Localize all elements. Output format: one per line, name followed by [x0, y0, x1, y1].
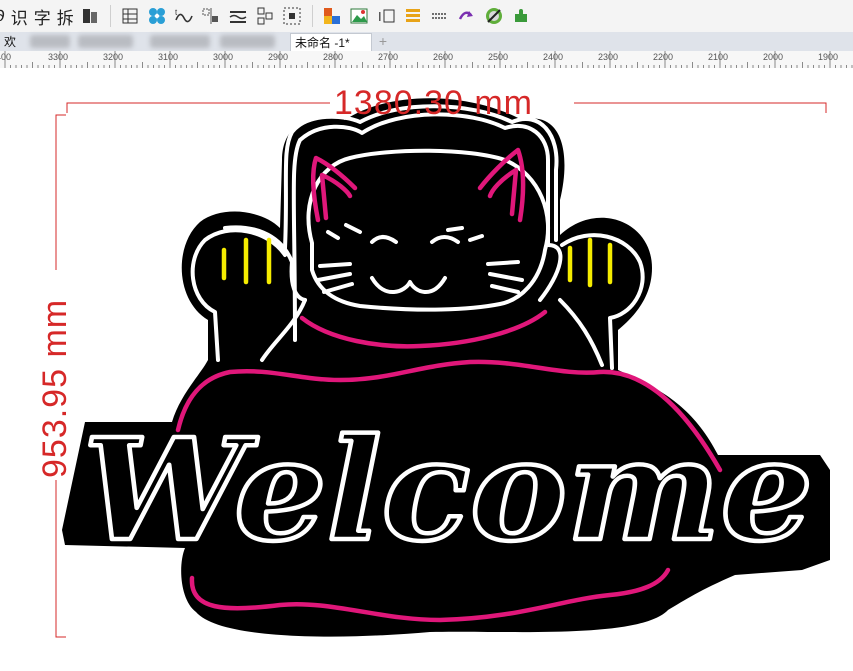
lines-icon[interactable] [227, 5, 249, 27]
tab-document-label: 未命名 -1* [295, 36, 350, 50]
svg-text:I: I [378, 9, 382, 24]
ruler-label: 3300 [48, 52, 69, 62]
text-frame-icon[interactable]: I [375, 5, 397, 27]
toolbar-text-shi[interactable]: 识 [11, 4, 28, 29]
curve-icon[interactable]: t [173, 5, 195, 27]
ruler-label: 2900 [268, 52, 289, 62]
arrow-icon[interactable] [456, 5, 478, 27]
document-tab-bar: 欢 未命名 -1* + [0, 32, 853, 52]
node-icon[interactable] [146, 5, 168, 27]
scan-icon[interactable] [281, 5, 303, 27]
ruler-label: 2200 [653, 52, 674, 62]
ruler-label: 2800 [323, 52, 344, 62]
blurred-tab-title [150, 35, 210, 48]
ruler-label: 3000 [213, 52, 234, 62]
ruler-label: 400 [0, 52, 12, 62]
color-icon[interactable] [321, 5, 343, 27]
ruler-label: 2600 [433, 52, 454, 62]
blurred-tab-title [78, 35, 133, 48]
ruler-label: 2000 [763, 52, 784, 62]
ruler-label: 3100 [158, 52, 179, 62]
ruler-label: 2100 [708, 52, 729, 62]
blurred-tab-title [30, 35, 70, 48]
dots-icon[interactable] [429, 5, 451, 27]
disc-icon[interactable] [483, 5, 505, 27]
tab-welcome-label: 欢 [4, 35, 17, 49]
tab-document[interactable]: 未命名 -1* [290, 33, 372, 51]
height-dimension-label[interactable]: 953.95 mm [36, 299, 75, 478]
shapes-icon[interactable] [254, 5, 276, 27]
toolbar-separator [109, 5, 111, 27]
width-dimension-label[interactable]: 1380.30 mm [334, 84, 533, 123]
app-icon[interactable] [79, 5, 101, 27]
artwork: Welcome [55, 98, 830, 638]
ruler-label: 2400 [543, 52, 564, 62]
drawing-canvas[interactable]: Welcome 1380.30 mm 953.95 mm [0, 68, 853, 671]
ruler-label: 3200 [103, 52, 124, 62]
split-icon[interactable] [200, 5, 222, 27]
add-tab-button[interactable]: + [375, 34, 391, 49]
puzzle-icon[interactable] [510, 5, 532, 27]
horizontal-ruler[interactable]: 400 3300 3200 3100 3000 2900 2800 2700 2600 2500 2… [0, 51, 853, 69]
ruler-label: 1900 [818, 52, 839, 62]
toolbar: ∂ 识 字 拆 t I [0, 0, 853, 33]
toolbar-text-zi[interactable]: 字 [34, 4, 51, 29]
ruler-label: 2700 [378, 52, 399, 62]
toolbar-partial-icon[interactable]: ∂ [0, 6, 5, 26]
toolbar-text-chai[interactable]: 拆 [57, 4, 74, 29]
welcome-neon-text: Welcome [83, 409, 813, 573]
toolbar-separator [311, 5, 313, 27]
tab-welcome[interactable]: 欢 [0, 33, 285, 51]
blurred-tab-title [220, 35, 275, 48]
grid-icon[interactable] [119, 5, 141, 27]
list-icon[interactable] [402, 5, 424, 27]
ruler-label: 2500 [488, 52, 509, 62]
image-icon[interactable] [348, 5, 370, 27]
ruler-label: 2300 [598, 52, 619, 62]
